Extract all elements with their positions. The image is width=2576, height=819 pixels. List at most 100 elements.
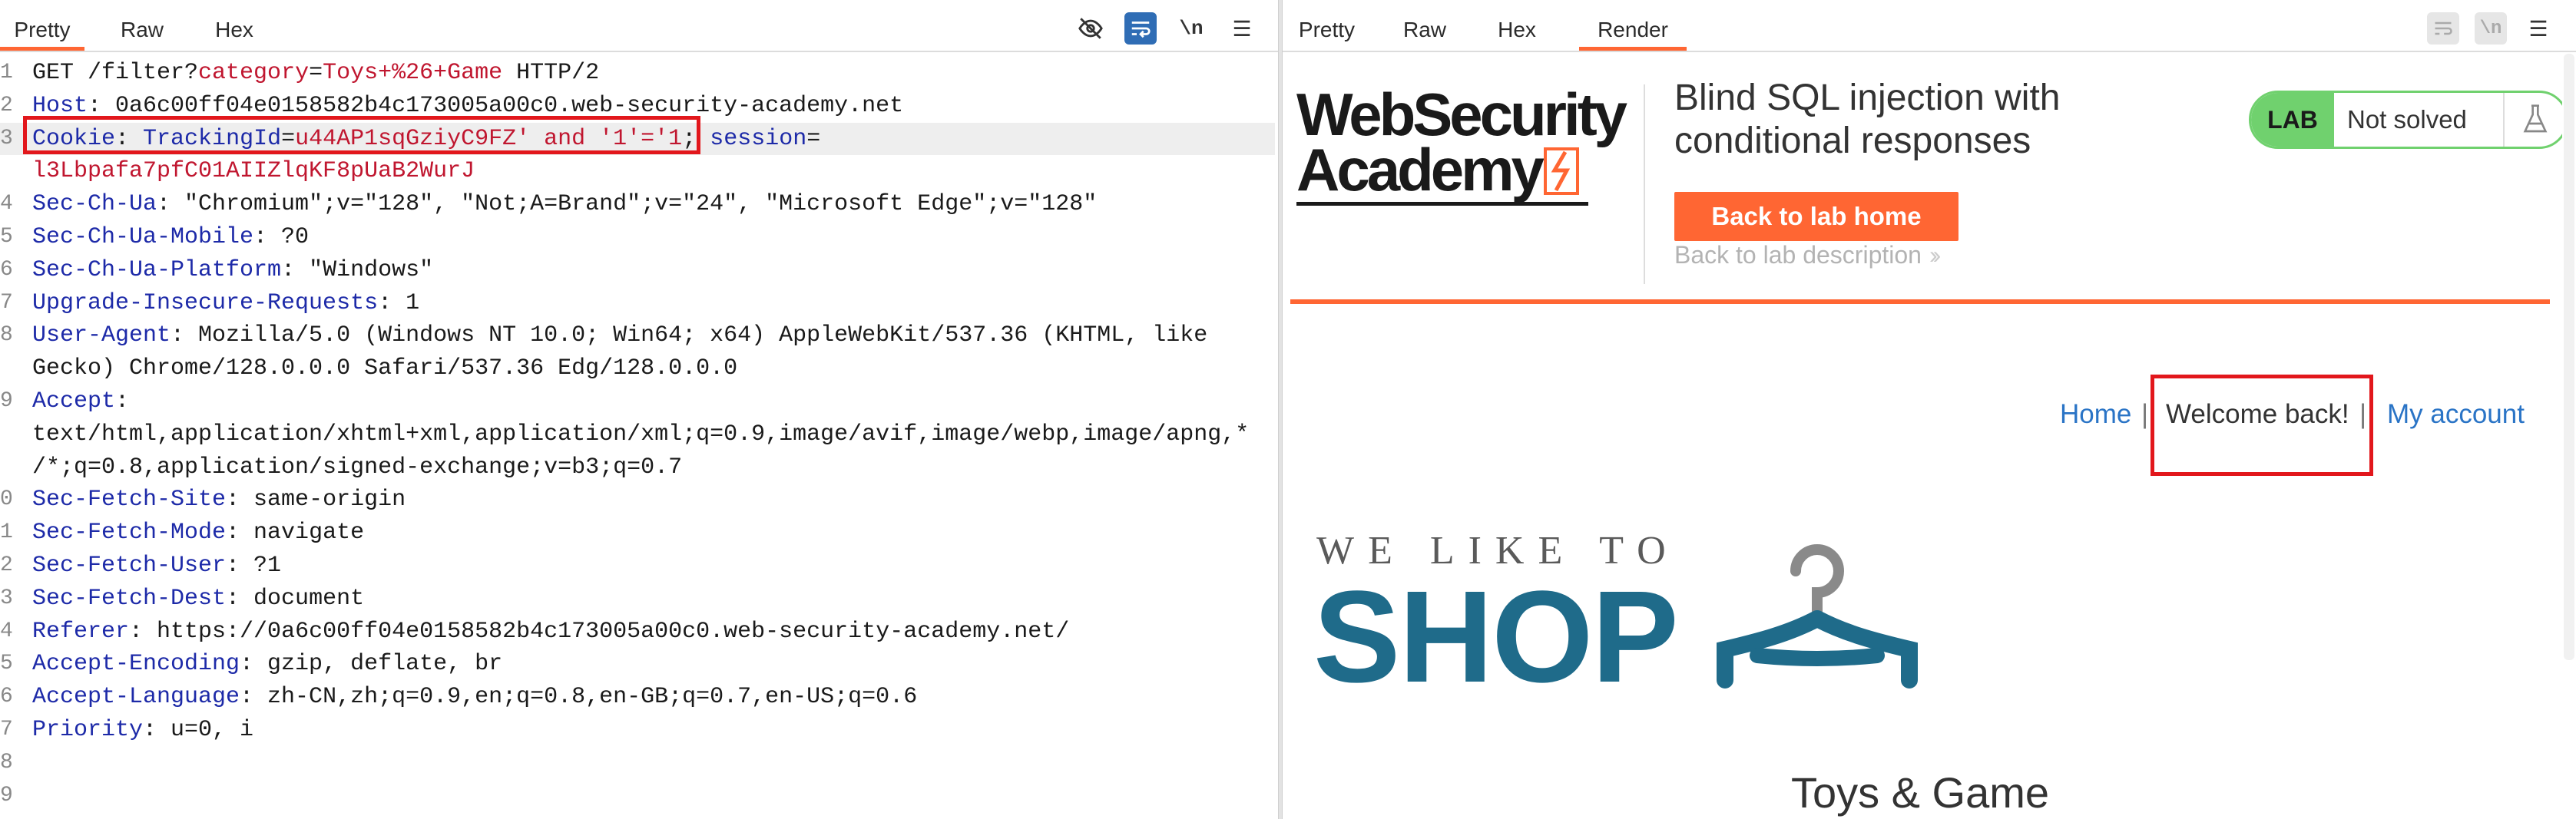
line-code: Cookie: TrackingId=u44AP1sqGziyC9FZ' and… bbox=[32, 123, 820, 156]
editor-line[interactable]: 7 Priority: u=0, i bbox=[0, 714, 1275, 747]
newline-toggle[interactable]: \n bbox=[1175, 12, 1207, 45]
editor-line[interactable]: Gecko) Chrome/128.0.0.0 Safari/537.36 Ed… bbox=[0, 352, 1275, 385]
line-code: Referer: https://0a6c00ff04e0158582b4c17… bbox=[32, 616, 1069, 649]
editor-line[interactable]: text/html,application/xhtml+xml,applicat… bbox=[0, 418, 1275, 451]
editor-line[interactable]: 2 Sec-Fetch-User: ?1 bbox=[0, 550, 1275, 583]
line-number: 1 bbox=[0, 61, 13, 84]
wrap-lines-icon[interactable] bbox=[1124, 12, 1157, 45]
hamburger-menu-icon[interactable]: ☰ bbox=[2522, 12, 2554, 45]
editor-line[interactable]: 5 Sec-Ch-Ua-Mobile: ?0 bbox=[0, 221, 1275, 254]
nav-account-label: My account bbox=[2387, 399, 2525, 429]
line-code: Sec-Ch-Ua: "Chromium";v="128", "Not;A=Br… bbox=[32, 188, 1097, 221]
tab-pretty[interactable]: Pretty bbox=[1283, 0, 1371, 51]
wrap-lines-icon[interactable] bbox=[2427, 12, 2459, 45]
code-token: Sec-Ch-Ua-Platform bbox=[32, 256, 282, 283]
request-pane: Pretty Raw Hex \n ☰ 1 GET /filter?catego… bbox=[0, 0, 1278, 819]
editor-line[interactable]: 1 Sec-Fetch-Mode: navigate bbox=[0, 517, 1275, 550]
code-token: category bbox=[198, 60, 310, 86]
code-token: ; bbox=[682, 125, 710, 152]
lab-badge: LAB bbox=[2251, 93, 2334, 147]
line-code: Sec-Ch-Ua-Platform: "Windows" bbox=[32, 254, 433, 287]
nav-home-link[interactable]: Home bbox=[2060, 399, 2131, 430]
editor-line[interactable]: 6 Sec-Ch-Ua-Platform: "Windows" bbox=[0, 254, 1275, 287]
request-editor[interactable]: 1 GET /filter?category=Toys+%26+Game HTTP… bbox=[0, 57, 1275, 812]
code-token: = bbox=[281, 125, 296, 152]
editor-line[interactable]: 6 Accept-Language: zh-CN,zh;q=0.9,en;q=0.… bbox=[0, 681, 1275, 714]
editor-line[interactable]: 9 Accept: bbox=[0, 385, 1275, 418]
line-number: 2 bbox=[0, 93, 13, 117]
tab-raw[interactable]: Raw bbox=[1390, 0, 1459, 51]
editor-line[interactable]: 4 Sec-Ch-Ua: "Chromium";v="128", "Not;A=B… bbox=[0, 188, 1275, 221]
code-token: session bbox=[710, 125, 807, 152]
lightning-bolt-icon bbox=[1544, 147, 1579, 195]
tab-pretty[interactable]: Pretty bbox=[0, 0, 84, 51]
editor-line[interactable]: l3Lbpafa7pfC01AIIZlqKF8pUaB2WurJ bbox=[0, 155, 1275, 188]
lab-title: Blind SQL injection with conditional res… bbox=[1674, 78, 2061, 161]
line-code: Sec-Fetch-Mode: navigate bbox=[32, 517, 364, 550]
back-to-lab-home-button[interactable]: Back to lab home bbox=[1674, 192, 1958, 241]
code-token: TrackingId bbox=[143, 125, 282, 152]
newline-toggle[interactable]: \n bbox=[2475, 12, 2507, 45]
eye-off-icon[interactable] bbox=[1074, 12, 1107, 45]
web-security-academy-logo[interactable]: WebSecurity Academy bbox=[1290, 84, 1636, 253]
editor-line[interactable]: 4 Referer: https://0a6c00ff04e0158582b4c1… bbox=[0, 616, 1275, 649]
code-token: : ?0 bbox=[253, 223, 310, 250]
nav-home-label: Home bbox=[2060, 399, 2132, 429]
editor-line[interactable]: 7 Upgrade-Insecure-Requests: 1 bbox=[0, 287, 1275, 320]
hamburger-menu-icon[interactable]: ☰ bbox=[1226, 12, 1258, 45]
nav-my-account-link[interactable]: My account bbox=[2387, 399, 2525, 430]
line-code: Gecko) Chrome/128.0.0.0 Safari/537.36 Ed… bbox=[32, 352, 737, 385]
code-token: text/html,application/xhtml+xml,applicat… bbox=[32, 421, 1250, 447]
line-number: 2 bbox=[0, 553, 13, 577]
code-token: : navigate bbox=[226, 520, 365, 547]
category-title: Toys & Game bbox=[1790, 768, 2050, 817]
line-number: 1 bbox=[0, 520, 13, 545]
nav-separator: | bbox=[2141, 399, 2149, 429]
line-code: Host: 0a6c00ff04e0158582b4c173005a00c0.w… bbox=[32, 90, 903, 123]
editor-line[interactable]: 0 Sec-Fetch-Site: same-origin bbox=[0, 484, 1275, 517]
line-code: Accept-Encoding: gzip, deflate, br bbox=[32, 648, 502, 681]
editor-line[interactable]: /*;q=0.8,application/signed-exchange;v=b… bbox=[0, 451, 1275, 484]
code-token: : u=0, i bbox=[143, 716, 254, 743]
code-token: l3Lbpafa7pfC01AIIZlqKF8pUaB2WurJ bbox=[32, 158, 475, 185]
tab-hex[interactable]: Hex bbox=[1482, 0, 1551, 51]
code-token: : "Chromium";v="128", "Not;A=Brand";v="2… bbox=[157, 191, 1098, 218]
line-number: 9 bbox=[0, 783, 13, 807]
code-token: Upgrade-Insecure-Requests bbox=[32, 289, 379, 316]
line-code: Upgrade-Insecure-Requests: 1 bbox=[32, 287, 419, 320]
line-code: Sec-Fetch-User: ?1 bbox=[32, 550, 281, 583]
line-number: 8 bbox=[0, 323, 13, 348]
editor-line[interactable]: 9 bbox=[0, 780, 1275, 813]
line-number: 6 bbox=[0, 257, 13, 282]
editor-line[interactable]: 1 GET /filter?category=Toys+%26+Game HTTP… bbox=[0, 57, 1275, 90]
header-divider bbox=[1644, 84, 1645, 284]
line-number: 5 bbox=[0, 652, 13, 676]
code-token: Sec-Ch-Ua-Mobile bbox=[32, 223, 254, 250]
response-tabbar: Pretty Raw Hex Render \n ☰ bbox=[1283, 0, 2576, 52]
code-token: : 0a6c00ff04e0158582b4c173005a00c0.web-s… bbox=[88, 92, 904, 119]
code-token: Sec-Ch-Ua bbox=[32, 191, 157, 218]
code-token: Host bbox=[32, 92, 88, 119]
tab-raw[interactable]: Raw bbox=[108, 0, 177, 51]
editor-line[interactable]: 3 Cookie: TrackingId=u44AP1sqGziyC9FZ' an… bbox=[0, 122, 1275, 156]
code-token: u44AP1sqGziyC9FZ' and '1'='1 bbox=[295, 125, 683, 152]
code-token: Referer bbox=[32, 618, 130, 645]
code-token: Sec-Fetch-Site bbox=[32, 487, 227, 514]
scrollbar-thumb[interactable] bbox=[2564, 54, 2574, 660]
back-to-lab-description-link[interactable]: Back to lab description ›› bbox=[1674, 241, 1941, 269]
code-token: : "Windows" bbox=[281, 256, 434, 283]
code-token: : same-origin bbox=[226, 487, 406, 514]
editor-line[interactable]: 2 Host: 0a6c00ff04e0158582b4c173005a00c0.… bbox=[0, 90, 1275, 123]
tab-render[interactable]: Render bbox=[1579, 0, 1687, 51]
line-code: Accept-Language: zh-CN,zh;q=0.9,en;q=0.8… bbox=[32, 681, 917, 714]
code-token: User-Agent bbox=[32, 322, 171, 349]
code-token: : gzip, deflate, br bbox=[240, 651, 503, 678]
editor-line[interactable]: 8 bbox=[0, 747, 1275, 780]
code-token: = bbox=[309, 60, 323, 86]
code-token: Accept bbox=[32, 388, 116, 414]
editor-line[interactable]: 3 Sec-Fetch-Dest: document bbox=[0, 583, 1275, 616]
code-token: : zh-CN,zh;q=0.9,en;q=0.8,en-GB;q=0.7,en… bbox=[240, 684, 918, 711]
tab-hex[interactable]: Hex bbox=[200, 0, 269, 51]
editor-line[interactable]: 5 Accept-Encoding: gzip, deflate, br bbox=[0, 648, 1275, 681]
editor-line[interactable]: 8 User-Agent: Mozilla/5.0 (Windows NT 10.… bbox=[0, 319, 1275, 352]
